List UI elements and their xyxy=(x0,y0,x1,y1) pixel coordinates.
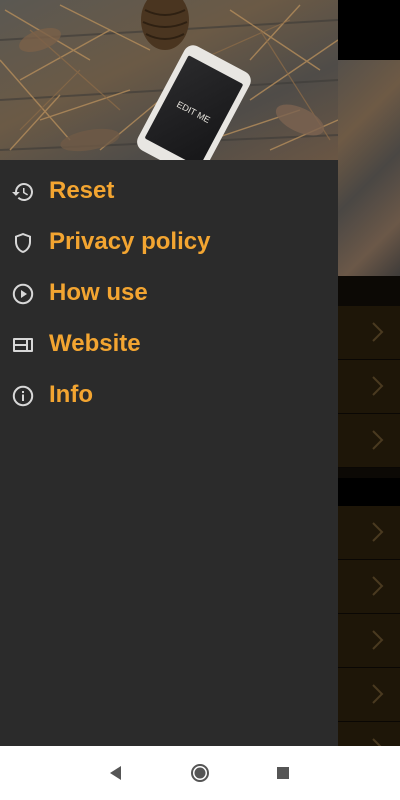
menu-label-reset: Reset xyxy=(49,177,115,204)
system-navigation-bar xyxy=(0,746,400,800)
menu-label-info: Info xyxy=(49,381,93,408)
back-icon[interactable] xyxy=(104,761,128,785)
home-icon[interactable] xyxy=(188,761,212,785)
chevron-right-icon xyxy=(372,522,384,542)
screen: EDIT ME Reset Privacy policy How use Web… xyxy=(0,0,400,800)
menu-label-how-use: How use xyxy=(49,279,148,306)
menu-item-privacy-policy[interactable]: Privacy policy xyxy=(0,217,338,268)
list-item[interactable] xyxy=(338,560,400,614)
web-icon xyxy=(13,338,33,352)
menu-label-privacy-policy: Privacy policy xyxy=(49,228,211,255)
menu-label-website: Website xyxy=(49,330,141,357)
shield-icon xyxy=(15,233,31,253)
history-icon xyxy=(12,183,33,201)
section-divider xyxy=(338,478,400,506)
list-item[interactable] xyxy=(338,668,400,722)
menu-item-how-use[interactable]: How use xyxy=(0,268,338,319)
play-circle-icon xyxy=(12,283,34,305)
header-photo: EDIT ME xyxy=(0,0,338,160)
chevron-right-icon xyxy=(372,684,384,704)
list-item[interactable] xyxy=(338,414,400,468)
list-item[interactable] xyxy=(338,614,400,668)
chevron-right-icon xyxy=(372,430,384,450)
info-icon xyxy=(12,385,34,407)
chevron-right-icon xyxy=(372,322,384,342)
navigation-drawer: EDIT ME Reset Privacy policy How use Web… xyxy=(0,0,338,746)
drawer-menu: Reset Privacy policy How use Website Inf… xyxy=(0,160,338,421)
list-item[interactable] xyxy=(338,506,400,560)
list-item[interactable] xyxy=(338,306,400,360)
chevron-right-icon xyxy=(372,376,384,396)
menu-item-reset[interactable]: Reset xyxy=(0,166,338,217)
menu-item-website[interactable]: Website xyxy=(0,319,338,370)
list-item[interactable] xyxy=(338,360,400,414)
background-header-image xyxy=(338,60,400,276)
chevron-right-icon xyxy=(372,630,384,650)
drawer-header-image: EDIT ME xyxy=(0,0,338,160)
menu-item-info[interactable]: Info xyxy=(0,370,338,421)
chevron-right-icon xyxy=(372,576,384,596)
recents-icon[interactable] xyxy=(271,761,295,785)
